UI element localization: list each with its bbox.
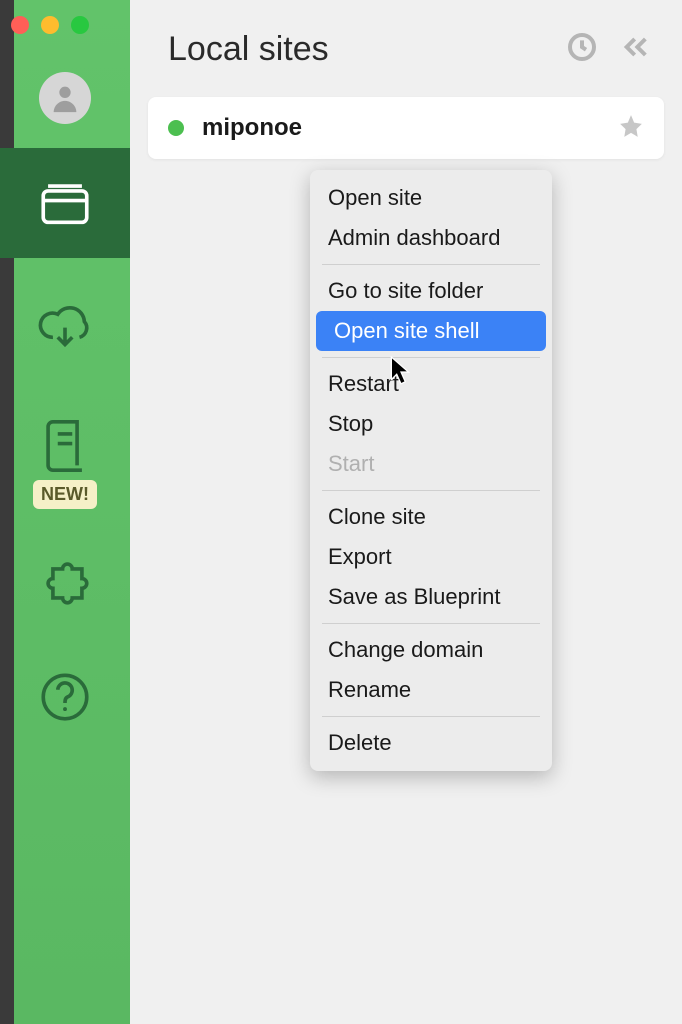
site-name: miponoe [202,114,618,142]
blueprint-icon [36,417,94,475]
menu-item-delete[interactable]: Delete [310,723,552,763]
menu-separator [322,490,540,491]
menu-separator [322,264,540,265]
menu-separator [322,357,540,358]
menu-item-open-site-shell[interactable]: Open site shell [316,311,546,351]
minimize-window-button[interactable] [41,16,59,34]
user-avatar[interactable] [39,72,91,124]
nav-help[interactable] [15,653,115,741]
nav-addons[interactable] [15,537,115,625]
star-icon [618,113,644,139]
menu-item-save-as-blueprint[interactable]: Save as Blueprint [310,577,552,617]
header: Local sites [130,0,682,89]
menu-item-go-to-site-folder[interactable]: Go to site folder [310,271,552,311]
zoom-window-button[interactable] [71,16,89,34]
collapse-panel-button[interactable] [620,31,652,68]
menu-item-stop[interactable]: Stop [310,404,552,444]
menu-item-export[interactable]: Export [310,537,552,577]
menu-item-clone-site[interactable]: Clone site [310,497,552,537]
favorite-button[interactable] [618,113,644,144]
menu-item-change-domain[interactable]: Change domain [310,630,552,670]
clock-icon [566,31,598,63]
window-traffic-lights [11,16,89,34]
recent-sites-button[interactable] [566,31,598,68]
menu-item-start: Start [310,444,552,484]
close-window-button[interactable] [11,16,29,34]
chevrons-left-icon [620,31,652,63]
window-stack-icon [36,174,94,232]
page-title: Local sites [168,30,566,69]
puzzle-icon [36,552,94,610]
site-row[interactable]: miponoe [148,97,664,159]
nav-blueprints[interactable] [15,402,115,490]
sidebar: NEW! [0,0,130,1024]
context-menu: Open siteAdmin dashboard Go to site folde… [310,170,552,771]
new-badge: NEW! [33,480,97,509]
menu-item-open-site[interactable]: Open site [310,178,552,218]
person-icon [48,81,82,115]
nav-cloud[interactable] [15,286,115,374]
menu-separator [322,716,540,717]
help-icon [36,668,94,726]
menu-item-rename[interactable]: Rename [310,670,552,710]
nav-local-sites[interactable] [0,148,130,258]
menu-separator [322,623,540,624]
site-status-dot [168,120,184,136]
cloud-download-icon [36,301,94,359]
menu-item-restart[interactable]: Restart [310,364,552,404]
menu-item-admin-dashboard[interactable]: Admin dashboard [310,218,552,258]
